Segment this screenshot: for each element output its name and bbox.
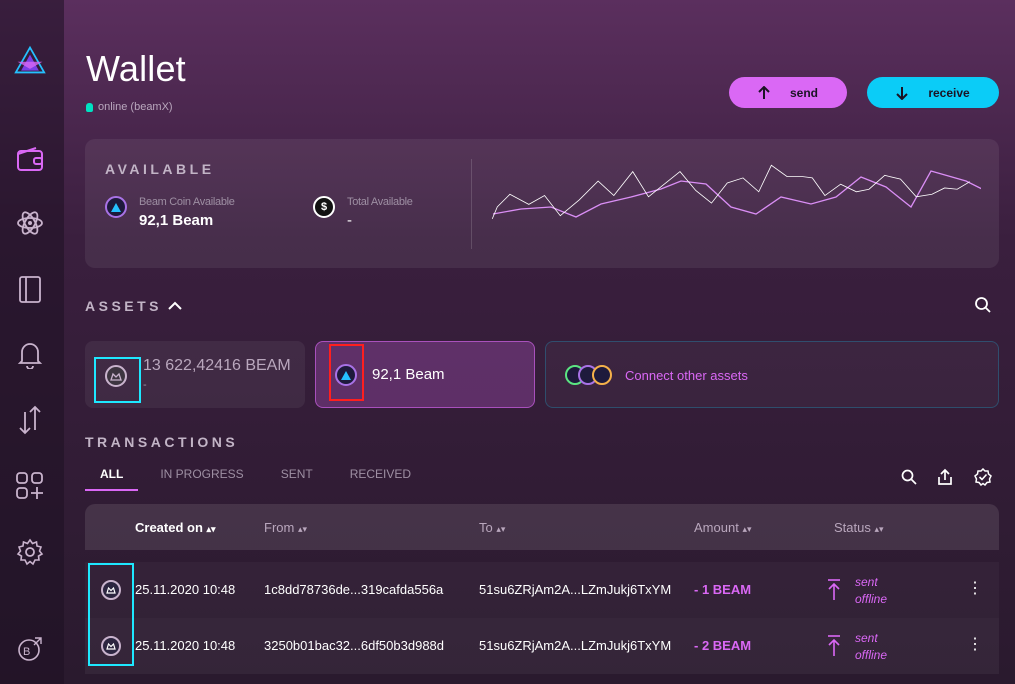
transaction-tabs: ALL IN PROGRESS SENT RECEIVED xyxy=(85,467,426,491)
table-row[interactable]: 25.11.2020 10:48 1c8dd78736de...319cafda… xyxy=(85,562,999,618)
asset-amount: 13 622,42416 BEAM xyxy=(143,357,291,374)
status-line-1: sent xyxy=(855,631,878,645)
send-button[interactable]: send xyxy=(729,77,847,108)
verify-icon[interactable] xyxy=(974,468,992,486)
total-available-label: Total Available xyxy=(347,196,413,208)
sent-arrow-icon xyxy=(828,635,840,656)
connect-assets-card[interactable]: Connect other assets xyxy=(545,341,999,408)
chevron-up-icon xyxy=(168,301,182,310)
tab-in-progress[interactable]: IN PROGRESS xyxy=(138,467,258,491)
lock-icon xyxy=(86,102,93,112)
status-line-2: offline xyxy=(855,648,888,662)
col-label: Created on xyxy=(135,520,203,535)
col-label: Status xyxy=(834,520,871,535)
tab-sent[interactable]: SENT xyxy=(259,467,328,491)
row-menu-icon[interactable]: ⋮ xyxy=(967,634,983,654)
tx-to: 51su6ZRjAm2A...LZmJukj6TxYM xyxy=(479,638,672,653)
connection-status: online (beamX) xyxy=(86,101,173,113)
divider xyxy=(471,159,472,249)
col-amount[interactable]: Amount ▴▾ xyxy=(694,520,751,535)
bell-icon[interactable] xyxy=(14,338,46,370)
beam-available-value: 92,1 Beam xyxy=(139,212,214,229)
beam-logo-icon xyxy=(14,44,46,76)
status-line-1: sent xyxy=(855,575,878,589)
tx-from: 3250b01bac32...6df50b3d988d xyxy=(264,638,445,653)
assets-heading[interactable]: ASSETS xyxy=(85,298,182,314)
status-line-2: offline xyxy=(855,592,888,606)
main-content: Wallet online (beamX) send receive AVAIL… xyxy=(64,0,1015,684)
asset-sub: - xyxy=(143,379,147,391)
col-to[interactable]: To ▴▾ xyxy=(479,520,505,535)
col-status[interactable]: Status ▴▾ xyxy=(834,520,884,535)
sparkline-chart xyxy=(491,164,981,220)
dollar-icon: $ xyxy=(313,196,335,218)
available-card: AVAILABLE Beam Coin Available 92,1 Beam … xyxy=(85,139,999,268)
asset-amount: 92,1 Beam xyxy=(372,366,445,383)
receive-button[interactable]: receive xyxy=(867,77,999,108)
table-row[interactable]: 25.11.2020 10:48 3250b01bac32...6df50b3d… xyxy=(85,618,999,674)
col-label: Amount xyxy=(694,520,739,535)
atom-icon[interactable] xyxy=(14,207,46,239)
table-header: Created on ▴▾ From ▴▾ To ▴▾ Amount ▴▾ St… xyxy=(85,504,999,550)
connect-assets-label: Connect other assets xyxy=(625,368,748,383)
tx-amount: - 2 BEAM xyxy=(694,638,752,653)
tx-from: 1c8dd78736de...319cafda556a xyxy=(264,582,444,597)
tx-amount: - 1 BEAM xyxy=(694,582,752,597)
apps-icon[interactable] xyxy=(14,470,46,502)
arrow-down-icon xyxy=(896,86,909,100)
sent-arrow-icon xyxy=(828,579,840,600)
beam-available: Beam Coin Available 92,1 Beam xyxy=(105,196,235,229)
row-menu-icon[interactable]: ⋮ xyxy=(967,578,983,598)
tx-created: 25.11.2020 10:48 xyxy=(135,582,236,597)
tx-search-icon[interactable] xyxy=(900,468,918,486)
status-text: online (beamX) xyxy=(98,101,173,113)
beamx-icon[interactable]: B xyxy=(14,633,46,665)
total-available-value: - xyxy=(347,212,352,229)
highlight-box xyxy=(94,357,141,403)
send-label: send xyxy=(789,85,818,100)
available-heading: AVAILABLE xyxy=(105,161,215,177)
total-available: $ Total Available - xyxy=(313,196,413,229)
tab-received[interactable]: RECEIVED xyxy=(328,467,426,491)
highlight-box xyxy=(329,344,364,401)
highlight-box xyxy=(88,563,134,666)
tx-status: sent offline xyxy=(855,574,887,608)
export-icon[interactable] xyxy=(936,468,954,486)
sidebar: B xyxy=(0,0,64,684)
arrow-up-icon xyxy=(758,85,770,99)
beam-available-label: Beam Coin Available xyxy=(139,196,235,208)
col-label: From xyxy=(264,520,295,535)
tx-created: 25.11.2020 10:48 xyxy=(135,638,236,653)
transactions-table: Created on ▴▾ From ▴▾ To ▴▾ Amount ▴▾ St… xyxy=(85,504,999,684)
tab-all[interactable]: ALL xyxy=(85,467,139,491)
wallet-icon[interactable] xyxy=(14,143,46,175)
settings-icon[interactable] xyxy=(14,536,46,568)
page-title: Wallet xyxy=(86,48,186,89)
tx-to: 51su6ZRjAm2A...LZmJukj6TxYM xyxy=(479,582,672,597)
col-from[interactable]: From ▴▾ xyxy=(264,520,307,535)
col-label: To xyxy=(479,520,493,535)
receive-label: receive xyxy=(928,85,970,100)
assets-stack-icon xyxy=(565,365,621,387)
assets-heading-label: ASSETS xyxy=(85,298,163,314)
svg-text:B: B xyxy=(23,646,30,658)
assets-search-icon[interactable] xyxy=(974,296,992,319)
transactions-heading: TRANSACTIONS xyxy=(85,434,239,450)
swap-icon[interactable] xyxy=(14,404,46,436)
col-created[interactable]: Created on ▴▾ xyxy=(135,520,216,535)
beam-coin-icon xyxy=(105,196,127,218)
tx-status: sent offline xyxy=(855,630,887,664)
notebook-icon[interactable] xyxy=(14,273,46,305)
